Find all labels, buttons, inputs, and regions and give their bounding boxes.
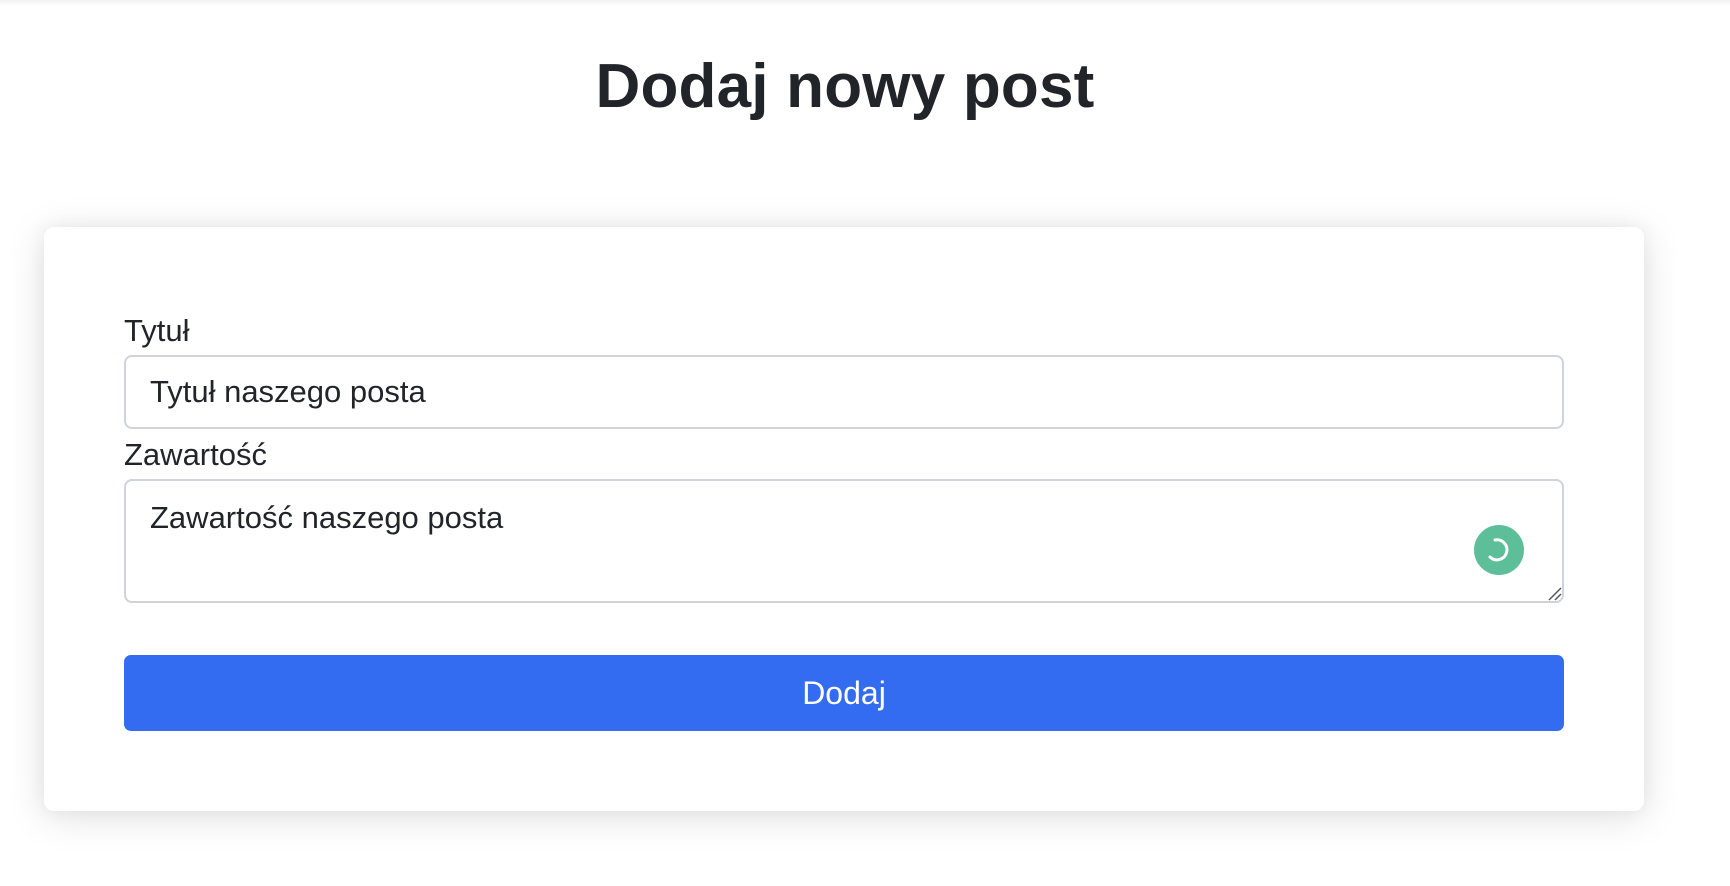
content-textarea[interactable]: Zawartość naszego posta bbox=[124, 479, 1564, 603]
page-title: Dodaj nowy post bbox=[595, 52, 1095, 121]
title-input[interactable] bbox=[124, 355, 1564, 429]
submit-button[interactable]: Dodaj bbox=[124, 655, 1564, 731]
post-form-card: Tytuł Zawartość Zawartość naszego posta … bbox=[44, 227, 1644, 811]
top-shadow-bar bbox=[0, 0, 1730, 6]
loading-spinner-icon bbox=[1474, 525, 1524, 575]
title-label: Tytuł bbox=[124, 313, 190, 348]
content-label: Zawartość bbox=[124, 437, 267, 472]
resize-handle-icon[interactable] bbox=[1546, 585, 1562, 601]
